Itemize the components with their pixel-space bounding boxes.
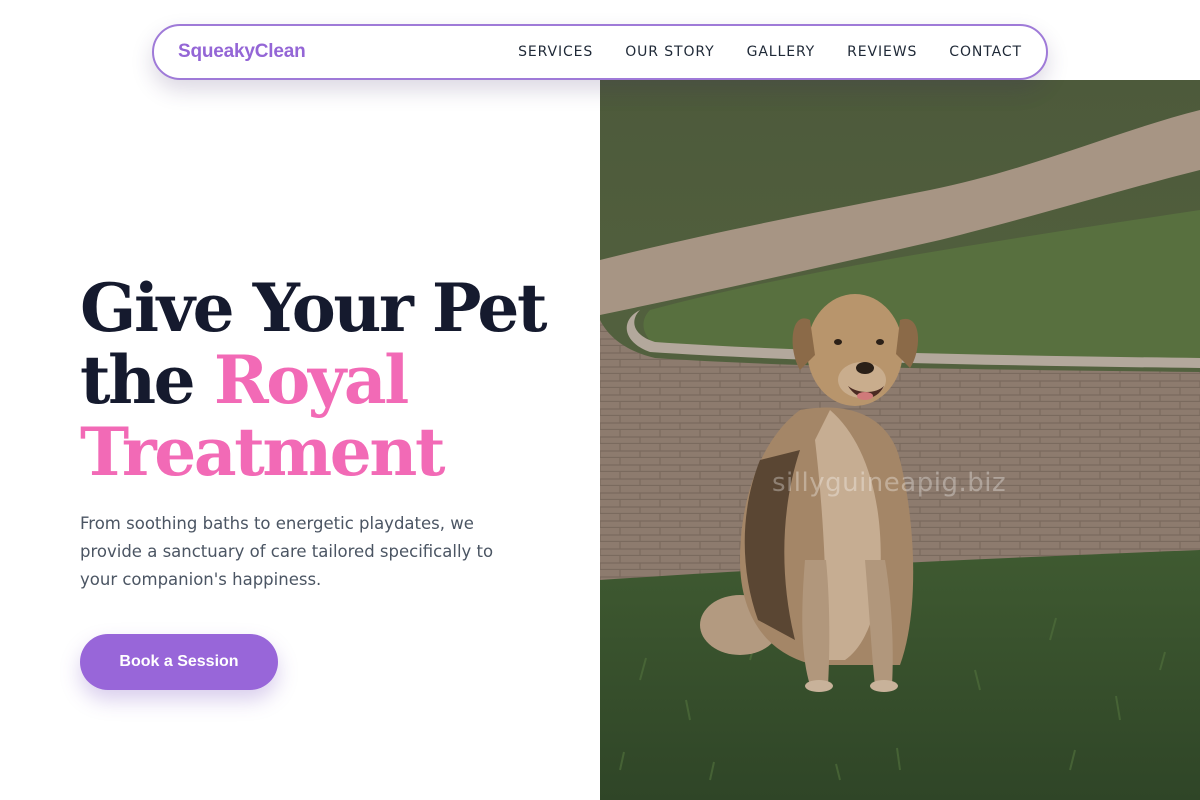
hero-title-line2-accent: Royal — [213, 341, 409, 419]
dog-illustration — [600, 80, 1200, 800]
nav-link-contact[interactable]: CONTACT — [949, 44, 1022, 60]
nav-links: SERVICES OUR STORY GALLERY REVIEWS CONTA… — [486, 44, 1022, 60]
hero-title-line1: Give Your Pet — [80, 269, 547, 347]
nav-link-services[interactable]: SERVICES — [518, 44, 593, 60]
hero-title: Give Your Pet the Royal Treatment — [80, 272, 600, 488]
nav-link-our-story[interactable]: OUR STORY — [625, 44, 714, 60]
hero-subtitle: From soothing baths to energetic playdat… — [80, 514, 494, 589]
hero-title-line3-accent: Treatment — [80, 413, 445, 491]
nav-link-reviews[interactable]: REVIEWS — [847, 44, 917, 60]
book-session-button[interactable]: Book a Session — [80, 634, 278, 690]
hero-dog-photo: sillyguineapig.biz — [600, 80, 1200, 800]
top-nav: SqueakyClean SERVICES OUR STORY GALLERY … — [152, 24, 1048, 80]
image-watermark: sillyguineapig.biz — [772, 468, 1007, 498]
hero-title-line2-prefix: the — [80, 341, 196, 419]
brand-logo[interactable]: SqueakyClean — [178, 41, 306, 63]
nav-link-gallery[interactable]: GALLERY — [747, 44, 816, 60]
